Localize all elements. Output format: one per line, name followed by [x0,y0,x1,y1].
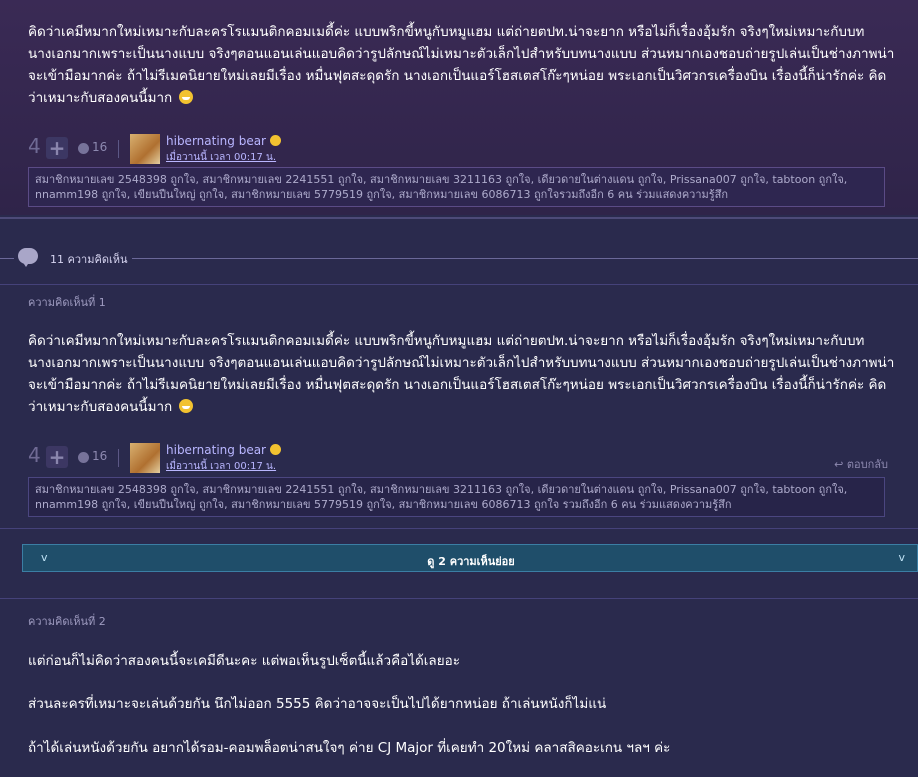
avatar[interactable] [130,443,160,473]
emotion-icon[interactable] [78,143,89,154]
username-text[interactable]: hibernating bear [166,443,266,457]
chevron-down-icon[interactable]: v [898,551,905,564]
avatar[interactable] [130,134,160,164]
post-timestamp[interactable]: เมื่อวานนี้ เวลา 00:17 น. [166,150,276,165]
comment-label: ความคิดเห็นที่ 1 [28,296,106,309]
comment-label: ความคิดเห็นที่ 2 [28,615,106,628]
view-subcomments-label[interactable]: ดู 2 ความเห็นย่อย [23,552,918,570]
comment-line: แต่ก่อนก็ไม่คิดว่าสองคนนี้จะเคมีดีนะคะ แ… [28,653,460,669]
header-line-right [132,258,918,259]
likers-list[interactable]: สมาชิกหมายเลข 2548398 ถูกใจ, สมาชิกหมายเ… [28,477,885,517]
post-body-text: คิดว่าเคมีหมากใหม่เหมาะกับละครโรแมนติกคอ… [28,24,895,106]
chat-bubble-icon [18,248,38,267]
divider [0,284,918,285]
comment-line: ส่วนละครที่เหมาะจะเล่นด้วยกัน นึกไม่ออก … [28,696,607,712]
comment-body-text: คิดว่าเคมีหมากใหม่เหมาะกับละครโรแมนติกคอ… [28,333,895,415]
username-link[interactable]: hibernating bear [166,443,281,457]
emotion-count[interactable]: 16 [92,140,107,154]
vote-count: 4 [28,134,41,158]
comment-line: ถ้าได้เล่นหนังด้วยกัน อยากได้รอม-คอมพล็อ… [28,740,671,756]
comment-body: คิดว่าเคมีหมากใหม่เหมาะกับละครโรแมนติกคอ… [28,330,898,418]
comment-meta-row: 4 + 16 hibernating bear เมื่อวานนี้ เวลา… [28,443,888,475]
post-meta-row: 4 + 16 hibernating bear เมื่อวานนี้ เวลา… [28,134,888,166]
likers-list[interactable]: สมาชิกหมายเลข 2548398 ถูกใจ, สมาชิกหมายเ… [28,167,885,207]
vote-count: 4 [28,443,41,467]
divider [0,598,918,599]
emotion-count[interactable]: 16 [92,449,107,463]
emotion-icon[interactable] [78,452,89,463]
comments-header: 11 ความคิดเห็น [0,242,918,276]
user-emoji-icon [269,135,281,146]
grin-emoji-icon [178,90,193,104]
plus-vote-button[interactable]: + [46,137,68,159]
view-subcomments-bar[interactable]: v ดู 2 ความเห็นย่อย v [22,544,918,572]
username-link[interactable]: hibernating bear [166,134,281,148]
divider [118,449,119,467]
divider [118,140,119,158]
comment-count: 11 ความคิดเห็น [50,253,128,266]
section-divider [0,217,918,219]
grin-emoji-icon [178,399,193,413]
user-emoji-icon [269,444,281,455]
reply-button[interactable]: ↩ ตอบกลับ [834,455,888,473]
post-body: คิดว่าเคมีหมากใหม่เหมาะกับละครโรแมนติกคอ… [28,21,898,109]
post-timestamp[interactable]: เมื่อวานนี้ เวลา 00:17 น. [166,459,276,474]
divider [0,528,918,529]
header-line-left [0,258,14,259]
username-text[interactable]: hibernating bear [166,134,266,148]
plus-vote-button[interactable]: + [46,446,68,468]
